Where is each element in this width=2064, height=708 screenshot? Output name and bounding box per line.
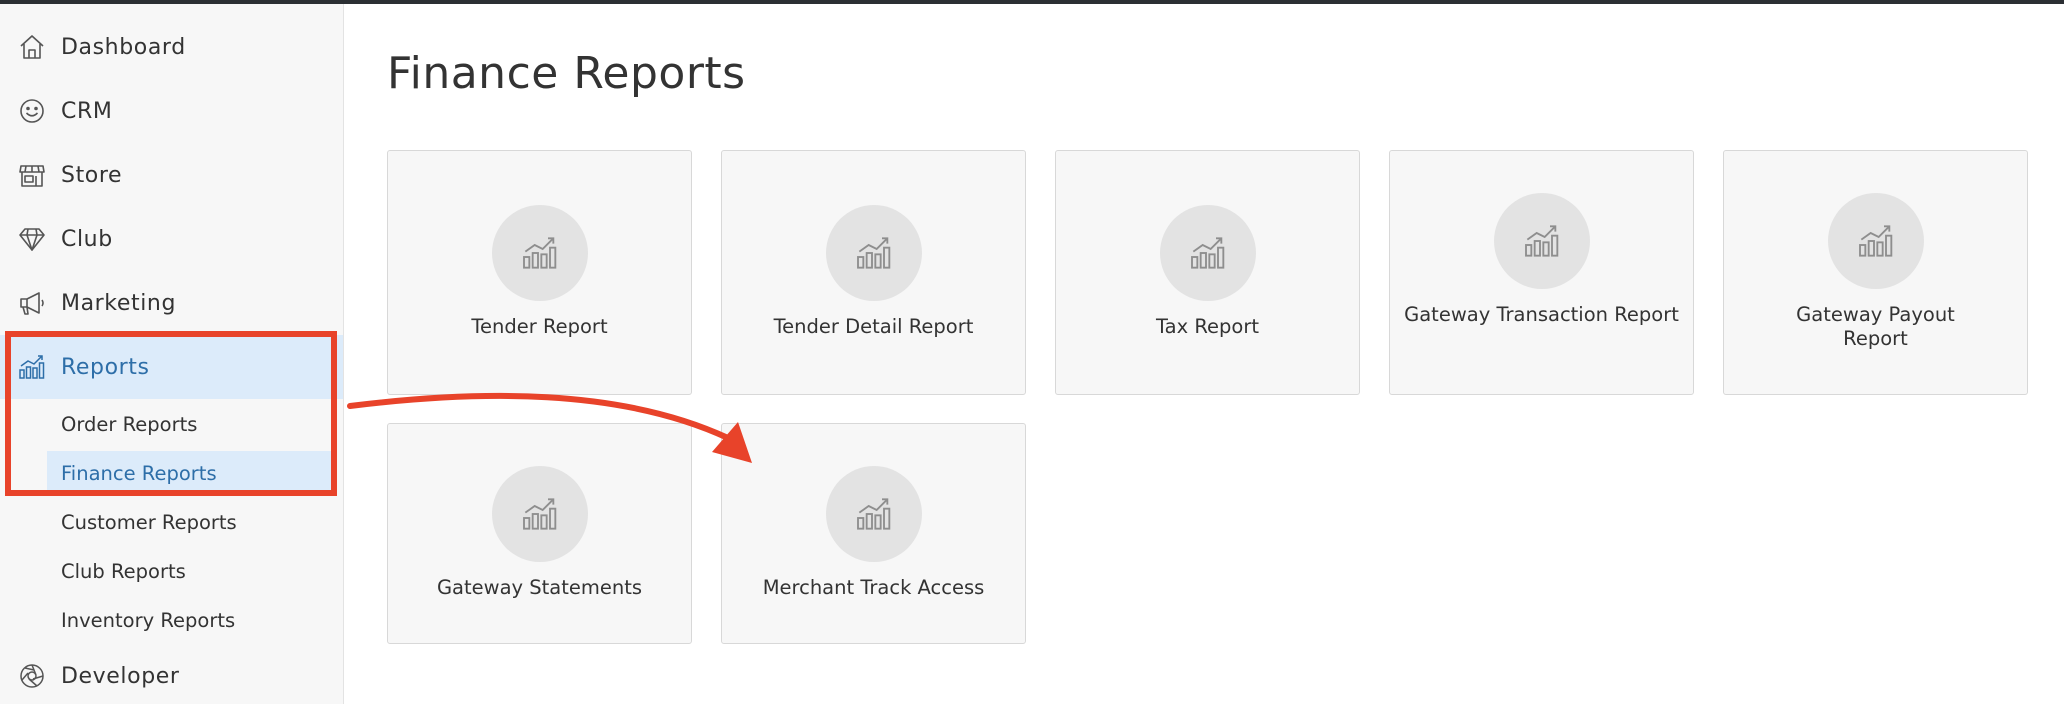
report-chart-icon [1160,205,1256,301]
chart-icon [19,355,45,379]
report-chart-icon [1494,193,1590,289]
storefront-icon [19,165,45,187]
report-card-title: Tender Report [471,315,608,338]
sidebar-item-crm[interactable]: CRM [0,79,343,143]
report-card-title: Gateway Payout Report [1796,303,1955,350]
diamond-icon [19,228,45,251]
sidebar-subitem-customer-reports[interactable]: Customer Reports [0,500,343,544]
sidebar-subitem-order-reports[interactable]: Order Reports [0,402,343,446]
sidebar-subitem-inventory-reports[interactable]: Inventory Reports [0,598,343,642]
sidebar-item-label: CRM [61,98,113,124]
report-card-title: Gateway Statements [436,576,643,599]
sidebar-item-store[interactable]: Store [0,143,343,207]
sidebar-item-label: Store [61,162,123,188]
report-card-title: Gateway Transaction Report [1404,303,1679,326]
sidebar-item-label: Reports [61,354,150,380]
report-chart-icon [492,466,588,562]
sidebar-item-label: Marketing [61,290,177,316]
sidebar-item-developer[interactable]: Developer [0,644,343,708]
report-card-tender-report[interactable]: Tender Report [387,150,692,395]
report-card-title: Tax Report [1155,315,1259,338]
report-chart-icon [826,466,922,562]
report-card-tender-detail-report[interactable]: Tender Detail Report [721,150,1026,395]
sidebar-item-marketing[interactable]: Marketing [0,271,343,335]
sidebar-item-reports[interactable]: Reports [0,335,343,399]
sidebar-item-label: Dashboard [61,34,186,60]
sidebar-item-club[interactable]: Club [0,207,343,271]
report-chart-icon [826,205,922,301]
sidebar-subitem-label: Order Reports [61,412,198,436]
page-title: Finance Reports [387,48,746,99]
report-chart-icon [492,205,588,301]
report-card-title: Tender Detail Report [773,315,974,338]
report-card-gateway-payout-report[interactable]: Gateway Payout Report [1723,150,2028,395]
sidebar-subitem-label: Customer Reports [61,510,237,534]
sidebar-subitem-label: Inventory Reports [61,608,236,632]
report-card-tax-report[interactable]: Tax Report [1055,150,1360,395]
sidebar-subitem-club-reports[interactable]: Club Reports [0,549,343,593]
home-icon [20,35,44,59]
report-card-merchant-track-access[interactable]: Merchant Track Access [721,423,1026,644]
sidebar-subitem-finance-reports[interactable]: Finance Reports [47,451,331,495]
sidebar-item-dashboard[interactable]: Dashboard [0,15,343,79]
smiley-icon [20,99,44,123]
report-card-gateway-statements[interactable]: Gateway Statements [387,423,692,644]
sidebar-item-label: Developer [61,663,180,689]
sidebar: Dashboard CRM Store Club Marketing Repor… [0,4,344,704]
aperture-icon [20,664,44,688]
report-card-title: Merchant Track Access [762,576,985,599]
sidebar-item-label: Club [61,226,113,252]
sidebar-subitem-label: Club Reports [61,559,186,583]
report-chart-icon [1828,193,1924,289]
sidebar-subitem-label: Finance Reports [61,461,217,485]
megaphone-icon [20,292,44,315]
report-card-gateway-transaction-report[interactable]: Gateway Transaction Report [1389,150,1694,395]
